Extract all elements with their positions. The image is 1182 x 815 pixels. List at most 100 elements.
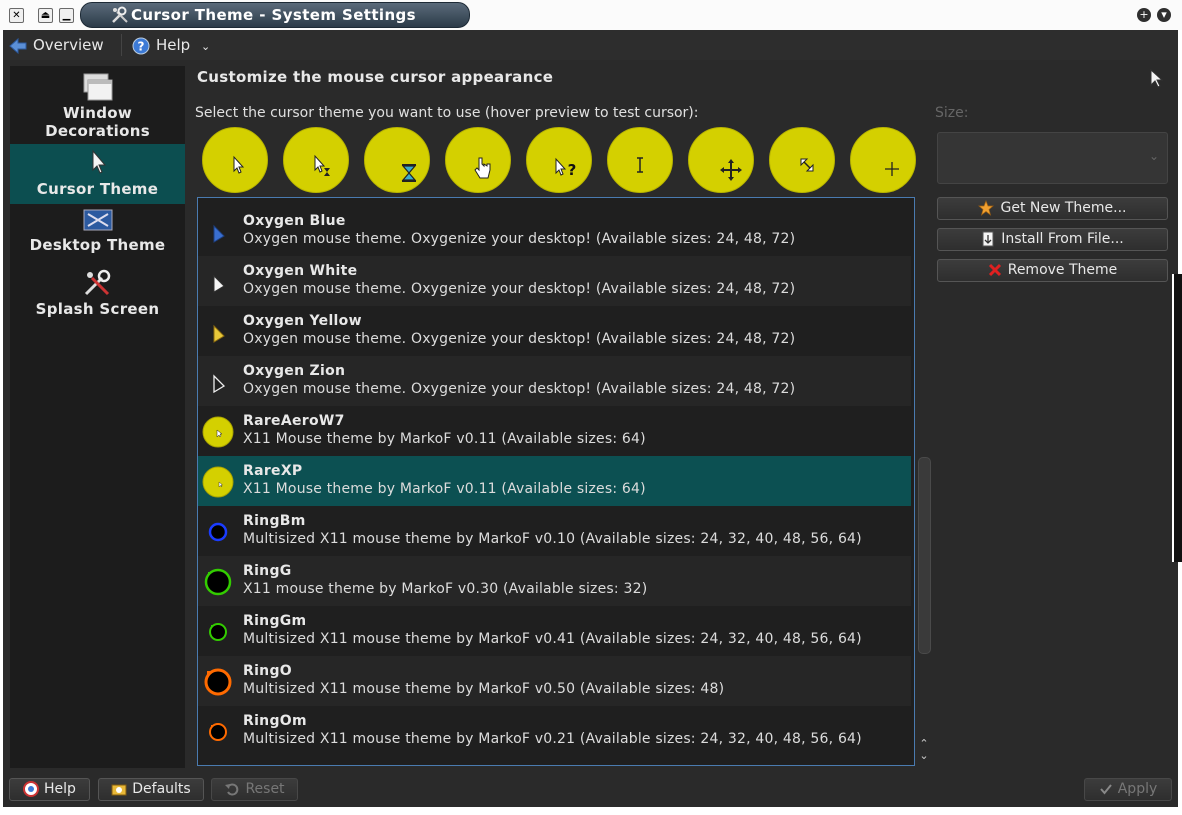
install-file-icon <box>982 231 994 247</box>
scroll-down-icon[interactable]: ⌄ <box>917 749 931 762</box>
reset-button[interactable]: Reset <box>211 778 298 801</box>
list-scrollbar[interactable]: ⌃ ⌄ <box>917 197 931 764</box>
theme-description: Multisized X11 mouse theme by MarkoF v0.… <box>243 531 862 547</box>
remove-theme-button[interactable]: Remove Theme <box>937 259 1168 282</box>
list-item-selected[interactable]: RareXP X11 Mouse theme by MarkoF v0.11 (… <box>198 456 911 506</box>
theme-description: Multisized X11 mouse theme by MarkoF v0.… <box>243 681 725 697</box>
theme-description: Multisized X11 mouse theme by MarkoF v0.… <box>243 731 862 747</box>
back-arrow-icon <box>9 37 27 54</box>
cursor-icon <box>92 149 106 174</box>
reset-button-label: Reset <box>245 781 285 797</box>
svg-text:?: ? <box>568 161 577 179</box>
preview-text-cursor[interactable] <box>607 127 673 193</box>
menu-icon[interactable]: ▾ <box>1157 8 1171 22</box>
list-item[interactable]: RingBm Multisized X11 mouse theme by Mar… <box>198 506 911 556</box>
help-button-label: Help <box>44 781 76 797</box>
apply-button-label: Apply <box>1117 781 1158 797</box>
settings-window: Overview ? Help ⌄ Window Decorations Cur… <box>3 30 1178 807</box>
list-item[interactable]: RingO Multisized X11 mouse theme by Mark… <box>198 656 911 706</box>
white-arrow-icon <box>213 274 225 293</box>
preview-crosshair-cursor[interactable] <box>850 127 916 193</box>
window-title-bar[interactable]: Cursor Theme - System Settings <box>80 2 470 28</box>
list-item[interactable]: Oxygen Zion Oxygen mouse theme. Oxygeniz… <box>198 356 911 406</box>
defaults-button-label: Defaults <box>132 781 191 797</box>
sidebar-item-desktop-theme[interactable]: Desktop Theme <box>10 208 185 264</box>
list-item[interactable]: RingOm Multisized X11 mouse theme by Mar… <box>198 706 911 756</box>
scrollbar-thumb[interactable] <box>918 457 931 654</box>
sidebar-item-label: Cursor Theme <box>36 180 159 198</box>
overview-button[interactable]: Overview <box>9 34 104 56</box>
sidebar-item-splash-screen[interactable]: Splash Screen <box>10 268 185 324</box>
tools-icon <box>112 6 128 23</box>
install-from-file-button[interactable]: Install From File... <box>937 228 1168 251</box>
size-label: Size: <box>935 105 969 121</box>
list-item[interactable]: Oxygen White Oxygen mouse theme. Oxygeni… <box>198 256 911 306</box>
help-lifebuoy-icon <box>23 781 40 797</box>
sidebar-item-label: Desktop Theme <box>29 236 166 254</box>
preview-arrow-cursor[interactable] <box>202 127 268 193</box>
toolbar-separator <box>121 34 122 56</box>
add-icon[interactable]: + <box>1137 8 1151 22</box>
theme-name: RingG <box>243 563 292 579</box>
close-icon[interactable]: ✕ <box>9 8 24 23</box>
keep-above-icon[interactable]: ⏏ <box>38 8 53 23</box>
preview-move-cursor[interactable] <box>688 127 754 193</box>
preview-wait-cursor[interactable] <box>364 127 430 193</box>
yellow-circle-icon <box>202 466 234 498</box>
chevron-down-icon: ⌄ <box>1148 149 1159 163</box>
apply-button[interactable]: Apply <box>1084 778 1172 801</box>
preview-help-cursor[interactable]: ? <box>526 127 592 193</box>
splash-screen-icon <box>84 269 110 296</box>
reset-icon <box>225 783 239 796</box>
sidebar-item-window-decorations[interactable]: Window Decorations <box>10 72 185 142</box>
preview-hand-cursor[interactable] <box>445 127 511 193</box>
window-titlebar[interactable]: ✕ ⏏ ▁ Cursor Theme - System Settings + ▾ <box>0 0 1182 30</box>
theme-description: Oxygen mouse theme. Oxygenize your deskt… <box>243 281 796 297</box>
theme-description: X11 Mouse theme by MarkoF v0.11 (Availab… <box>243 481 646 497</box>
theme-description: X11 mouse theme by MarkoF v0.30 (Availab… <box>243 581 648 597</box>
defaults-icon <box>111 784 127 796</box>
overview-label: Overview <box>33 36 104 54</box>
chevron-down-icon: ⌄ <box>200 40 211 53</box>
theme-name: RingBm <box>243 513 306 529</box>
cursor-preview-icon <box>1150 68 1164 88</box>
theme-description: X11 Mouse theme by MarkoF v0.11 (Availab… <box>243 431 646 447</box>
sidebar: Window Decorations Cursor Theme Desktop … <box>10 66 185 768</box>
instruction-text: Select the cursor theme you want to use … <box>195 105 699 121</box>
sidebar-item-label: Splash Screen <box>35 300 160 318</box>
blue-arrow-icon <box>213 224 225 243</box>
list-item[interactable]: RareAeroW7 X11 Mouse theme by MarkoF v0.… <box>198 406 911 456</box>
remove-theme-label: Remove Theme <box>1007 262 1118 278</box>
defaults-button[interactable]: Defaults <box>98 778 204 801</box>
background-window-edge <box>1172 274 1182 562</box>
help-menu-button[interactable]: ? Help ⌄ <box>132 34 210 56</box>
page-title: Customize the mouse cursor appearance <box>197 68 554 86</box>
ring-orange-icon <box>204 668 232 696</box>
cursor-theme-list[interactable]: Oxygen Blue Oxygen mouse theme. Oxygeniz… <box>197 197 915 766</box>
window-title: Cursor Theme - System Settings <box>131 6 417 24</box>
toolbar: Overview ? Help ⌄ <box>3 30 1178 60</box>
list-item[interactable]: Oxygen Yellow Oxygen mouse theme. Oxygen… <box>198 306 911 356</box>
theme-name: Oxygen White <box>243 263 358 279</box>
ring-green-small-icon <box>209 623 227 641</box>
check-icon <box>1099 784 1112 795</box>
size-select[interactable]: ⌄ <box>937 132 1168 184</box>
ring-green-icon <box>204 568 232 596</box>
theme-name: RingGm <box>243 613 307 629</box>
ring-orange-small-icon <box>209 723 227 741</box>
desktop-theme-icon <box>83 209 112 231</box>
preview-resize-diagonal-cursor[interactable] <box>769 127 835 193</box>
theme-name: RareAeroW7 <box>243 413 345 429</box>
list-item[interactable]: RingG X11 mouse theme by MarkoF v0.30 (A… <box>198 556 911 606</box>
install-from-file-label: Install From File... <box>1001 231 1124 247</box>
get-new-theme-button[interactable]: Get New Theme... <box>937 197 1168 220</box>
list-item[interactable]: Oxygen Blue Oxygen mouse theme. Oxygeniz… <box>198 206 911 256</box>
theme-description: Oxygen mouse theme. Oxygenize your deskt… <box>243 231 796 247</box>
preview-busy-cursor[interactable] <box>283 127 349 193</box>
ring-blue-icon <box>208 522 228 542</box>
help-button[interactable]: Help <box>9 778 90 801</box>
list-item[interactable]: RingGm Multisized X11 mouse theme by Mar… <box>198 606 911 656</box>
sidebar-item-cursor-theme[interactable]: Cursor Theme <box>10 144 185 204</box>
minimize-icon[interactable]: ▁ <box>59 8 74 23</box>
window-decorations-icon <box>83 73 112 101</box>
